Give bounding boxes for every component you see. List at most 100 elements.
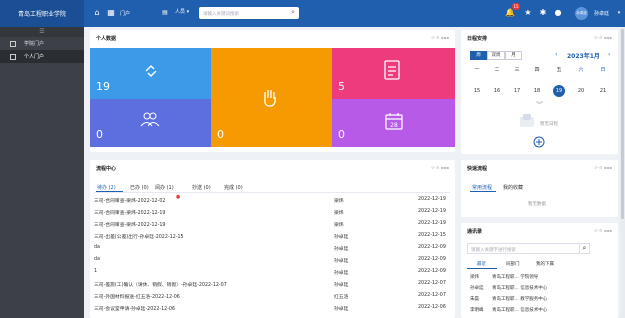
scrollbar[interactable] (620, 27, 625, 318)
calendar-day[interactable]: 20 (575, 85, 587, 97)
process-date: 2022-12-19 (418, 209, 446, 214)
table-row[interactable]: da 孙卓廷 2022-12-09 (94, 243, 450, 252)
process-name: 三司-差旅(工)确认（请休、销假、销假）-孙卓廷-2022-12-07 (94, 283, 227, 288)
top-bar: 青岛工程职业学院 ⌂ ▦ 门户 ▤ 人员 ▾ 请输入关键词搜索 ⌕ 🔔 15 ★… (0, 0, 625, 27)
contacts-search-input[interactable]: 请输入关键字进行搜索 (467, 243, 590, 254)
calendar-day[interactable]: 16 (491, 85, 503, 97)
active-tab-indicator (470, 191, 496, 192)
table-row[interactable]: 三司-出差(公差)出行-孙卓廷-2022-12-15 孙卓廷 2022-12-15 (94, 231, 450, 240)
calendar-day[interactable]: 18 (531, 85, 543, 97)
add-schedule-icon[interactable] (533, 136, 545, 148)
card-tools[interactable]: ⟳ ⚙ ▪▪▪ (431, 165, 449, 170)
card-tools[interactable]: ⟳ ⚙ ▪▪▪ (594, 228, 612, 233)
settings-icon[interactable]: ✱ (538, 8, 548, 18)
contact-name: 梁炜 (470, 275, 479, 280)
empty-schedule-icon (520, 114, 534, 127)
avatar[interactable]: 孙卓廷 (575, 7, 588, 20)
data-tile-1[interactable]: 19 (90, 48, 211, 99)
process-name: 三司-合同审查-梁炜-2022-12-02 (94, 199, 166, 204)
calendar-view-week[interactable]: 周 (470, 51, 487, 60)
process-date: 2022-12-19 (418, 197, 446, 202)
process-name: 三司-出差(公差)出行-孙卓廷-2022-12-15 (94, 235, 184, 240)
tab-complete[interactable]: 完成 (0) (224, 184, 243, 191)
process-date: 2022-12-19 (418, 221, 446, 226)
tab-subordinates[interactable]: 我的下属 (536, 261, 554, 267)
table-row[interactable]: 三司-差旅(工)确认（请休、销假、销假）-孙卓廷-2022-12-07 孙卓廷 20… (94, 279, 450, 288)
table-row[interactable]: da 孙卓廷 2022-12-09 (94, 255, 450, 264)
person-select[interactable]: 人员 ▾ (175, 8, 189, 15)
link-icon (145, 65, 157, 77)
process-name: 三司-会议室申请-孙卓廷-2022-12-06 (94, 307, 176, 312)
tab-done[interactable]: 已办 (0) (130, 184, 149, 191)
table-row[interactable]: 三司-合同审查-梁炜-2022-12-19 梁炜 2022-12-19 (94, 219, 450, 228)
data-tile-2[interactable]: 0 (211, 48, 332, 147)
contacts-card: 通讯录 ⟳ ⚙ ▪▪▪ (461, 223, 618, 318)
data-tile-3[interactable]: 5 (332, 48, 455, 99)
table-row[interactable]: 1 孙卓廷 2022-12-09 (94, 267, 450, 276)
list-item[interactable]: 梁炜 青岛工程职... 学院领导 (470, 272, 616, 281)
tab-favorite-flow[interactable]: 我的收藏 (503, 184, 523, 191)
chevron-down-icon[interactable]: ▾ (614, 8, 624, 18)
table-row[interactable]: 三司-合同审查-梁炜-2022-12-19 梁炜 2022-12-19 (94, 207, 450, 216)
expand-chevron-icon[interactable]: ︾ (536, 100, 543, 110)
tab-cc[interactable]: 抄送 (0) (192, 184, 211, 191)
search-icon[interactable]: ⌕ (291, 8, 295, 17)
chat-icon[interactable]: ● (553, 8, 563, 18)
portal-link[interactable]: 门户 (120, 10, 130, 17)
card-tools[interactable]: ⟳ ⚙ ▪▪▪ (594, 35, 612, 40)
user-name[interactable]: 孙卓廷 (594, 10, 609, 17)
calendar-day[interactable]: 21 (597, 85, 609, 97)
weekday-label: 六 (578, 67, 584, 73)
process-date: 2022-12-09 (418, 245, 446, 250)
process-name: 三司-合同审查-梁炜-2022-12-19 (94, 223, 166, 228)
process-date: 2022-12-09 (418, 257, 446, 262)
sidebar-item-college-portal[interactable]: 学院门户 (0, 37, 84, 50)
search-icon[interactable]: ⌕ (579, 243, 590, 254)
prev-month-icon[interactable]: ‹ (555, 51, 557, 58)
process-user: 孙卓廷 (334, 271, 349, 276)
tab-read[interactable]: 阅办 (1) (155, 184, 174, 191)
process-user: 孙卓廷 (334, 235, 349, 240)
data-tile-5[interactable]: 28 0 (332, 99, 455, 147)
home-icon[interactable]: ⌂ (92, 8, 102, 18)
sidebar-item-label: 学院门户 (24, 41, 45, 47)
tab-common-flow[interactable]: 常用流程 (472, 184, 492, 191)
scrollbar-thumb[interactable] (621, 29, 624, 219)
calendar-day[interactable]: 17 (511, 85, 523, 97)
tile-value: 0 (217, 128, 224, 141)
svg-text:28: 28 (390, 122, 398, 129)
table-row[interactable]: 三司-会议室申请-孙卓廷-2022-12-06 孙卓廷 2022-12-06 (94, 303, 450, 312)
list-item[interactable]: 孙卓廷 青岛工程职... 信息技术中心 (470, 283, 616, 292)
weekday-label: 二 (494, 67, 500, 73)
card-tools[interactable]: ⟳ ⚙ ▪▪▪ (431, 35, 449, 40)
search-input[interactable]: 请输入关键词搜索 ⌕ (199, 7, 299, 19)
sidebar-item-personal-portal[interactable]: 个人门户 (0, 50, 84, 63)
document-icon (384, 60, 400, 80)
active-tab-indicator (467, 268, 497, 269)
next-month-icon[interactable]: › (608, 51, 610, 58)
tile-value: 0 (338, 128, 345, 141)
process-user: 孙卓廷 (334, 283, 349, 288)
calendar-view-biweek[interactable]: 双周 (487, 51, 505, 60)
weekday-label: 四 (534, 67, 540, 73)
tab-todo[interactable]: 待办 (2) (97, 184, 116, 191)
menu-toggle-icon[interactable]: ☰ (0, 27, 84, 37)
tab-recent[interactable]: 最近 (477, 261, 486, 267)
process-user: 梁炜 (334, 211, 344, 216)
table-row[interactable]: 三司-合同审查-梁炜-2022-12-02 ● 梁炜 2022-12-19 (94, 195, 450, 204)
list-item[interactable]: 李明峰 青岛工程职... 信息技术中心 (470, 305, 616, 314)
card-title: 流程中心 (96, 166, 117, 172)
process-date: 2022-12-07 (418, 293, 446, 298)
calendar-view-month[interactable]: 月 (505, 51, 522, 60)
apps-grid-icon[interactable]: ▦ (106, 8, 116, 18)
list-item[interactable]: 朱磊 青岛工程职... 教学服务中心 (470, 294, 616, 303)
card-tools[interactable]: ⟳ ⚙ ▪▪▪ (594, 165, 612, 170)
table-row[interactable]: 三司-外国材料报送-红五洛-2022-12-06 红五洛 2022-12-07 (94, 291, 450, 300)
data-tile-4[interactable]: 0 (90, 99, 211, 147)
school-name[interactable]: 青岛工程职业学院 (0, 0, 84, 27)
tab-same-dept[interactable]: 同部门 (506, 261, 520, 267)
calendar-day[interactable]: 15 (471, 85, 483, 97)
calendar-day-today[interactable]: 19 (553, 85, 565, 97)
star-icon[interactable]: ★ (523, 8, 533, 18)
process-name: da (94, 245, 100, 250)
